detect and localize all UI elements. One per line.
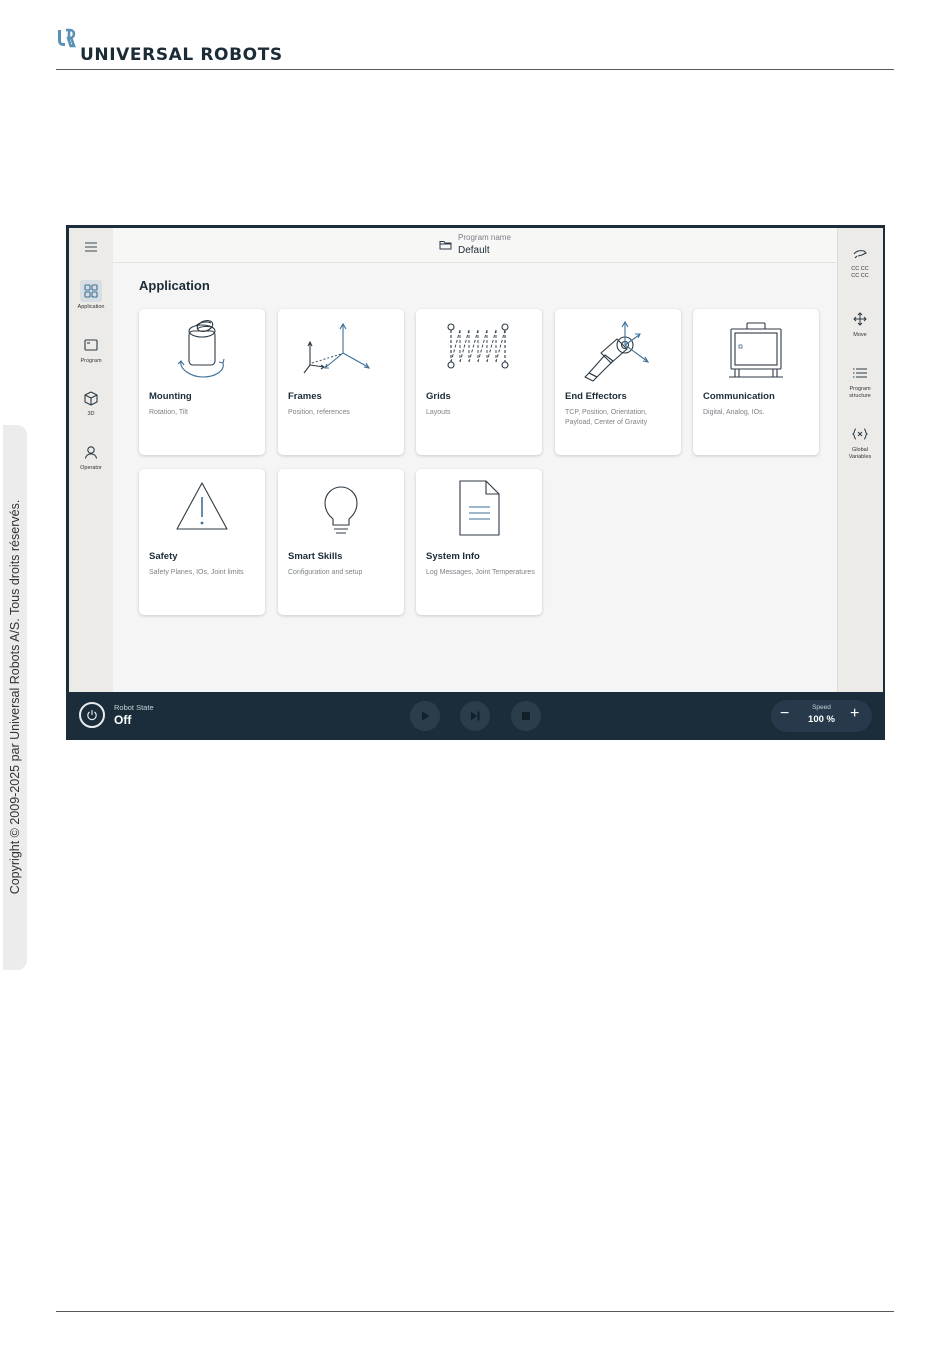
card-system-info[interactable]: System Info Log Messages, Joint Temperat… <box>416 469 542 615</box>
document-icon <box>459 480 500 536</box>
bottom-bar: Robot State Off − Speed 100 % + <box>66 692 885 740</box>
grids-icon <box>447 323 509 369</box>
main-content: Program name Default Application Mountin… <box>113 228 837 692</box>
step-forward-icon <box>471 711 480 721</box>
ur-logo-mark-icon <box>58 28 76 48</box>
right-nav-item-global-variables[interactable]: Global Variables <box>838 423 882 461</box>
brand-name: UNIVERSAL ROBOTS <box>80 45 283 65</box>
power-button[interactable] <box>79 702 105 728</box>
section-title: Application <box>139 278 210 293</box>
universal-robots-logo: UNIVERSAL ROBOTS <box>56 28 282 68</box>
robot-state-value: Off <box>114 713 132 727</box>
variable-braces-icon <box>849 423 871 445</box>
card-description: Digital, Analog, IOs. <box>703 409 765 416</box>
hand-guide-icon <box>849 242 871 264</box>
nav-label-program: Program <box>80 358 102 364</box>
card-description: Layouts <box>426 409 451 416</box>
end-effector-icon <box>584 320 650 382</box>
copyright-text: Copyright © 2009-2025 par Universal Robo… <box>8 499 22 895</box>
program-topbar[interactable]: Program name Default <box>113 228 837 263</box>
program-name-label: Program name <box>458 233 511 242</box>
robot-state-label: Robot State <box>114 703 154 712</box>
right-nav-label: Global Variables <box>848 447 872 460</box>
lightbulb-icon <box>324 486 358 534</box>
card-title: Frames <box>288 391 322 402</box>
right-nav-label: Program structure <box>849 386 871 399</box>
card-title: Grids <box>426 391 451 402</box>
card-description: Safety Planes, IOs, Joint limits <box>149 569 244 576</box>
right-nav-label: CC CC CC CC <box>851 266 869 279</box>
nav-item-program[interactable]: Program <box>69 334 113 365</box>
card-title: System Info <box>426 551 480 562</box>
list-icon <box>849 362 871 384</box>
power-icon <box>87 710 97 721</box>
polyscope-screen: Application Program 3D Operator Program … <box>66 225 885 740</box>
card-smart-skills[interactable]: Smart Skills Configuration and setup <box>278 469 404 615</box>
play-icon <box>422 711 430 721</box>
card-frames[interactable]: Frames Position, references <box>278 309 404 455</box>
cube-icon <box>80 387 102 409</box>
card-title: End Effectors <box>565 391 627 402</box>
stop-icon <box>522 712 530 720</box>
card-title: Safety <box>149 551 178 562</box>
right-nav-item-move[interactable]: Move <box>838 308 882 339</box>
nav-item-3d[interactable]: 3D <box>69 387 113 418</box>
card-title: Mounting <box>149 391 192 402</box>
communication-box-icon <box>729 322 783 378</box>
header-rule <box>56 69 894 70</box>
nav-item-operator[interactable]: Operator <box>69 441 113 472</box>
card-description: Position, references <box>288 409 350 416</box>
move-arrows-icon <box>849 308 871 330</box>
mounting-icon <box>177 320 225 378</box>
card-mounting[interactable]: Mounting Rotation, Tilt <box>139 309 265 455</box>
screen-inner: Application Program 3D Operator Program … <box>69 228 883 692</box>
grid-icon <box>80 280 102 302</box>
user-icon <box>80 441 102 463</box>
hamburger-menu-icon <box>80 236 102 258</box>
nav-label-application: Application <box>77 304 105 310</box>
card-end-effectors[interactable]: End Effectors TCP, Position, Orientation… <box>555 309 681 455</box>
speed-increase-button[interactable]: + <box>850 705 859 723</box>
program-name-value: Default <box>458 245 490 256</box>
card-title: Smart Skills <box>288 551 343 562</box>
speed-control: − Speed 100 % + <box>771 700 872 732</box>
card-description: TCP, Position, Orientation, Payload, Cen… <box>565 409 648 426</box>
card-title: Communication <box>703 391 775 402</box>
right-nav-item-hand-guide[interactable]: CC CC CC CC <box>838 242 882 280</box>
card-description: Configuration and setup <box>288 569 363 576</box>
stop-button[interactable] <box>511 701 541 731</box>
right-nav: CC CC CC CC Move Program structure Globa… <box>837 228 883 692</box>
card-safety[interactable]: Safety Safety Planes, IOs, Joint limits <box>139 469 265 615</box>
nav-label-3d: 3D <box>87 411 95 417</box>
folder-icon <box>439 241 452 250</box>
footer-rule <box>56 1311 894 1312</box>
card-description: Rotation, Tilt <box>149 409 188 416</box>
nav-label-operator: Operator <box>80 465 102 471</box>
nav-item-application[interactable]: Application <box>69 280 113 311</box>
right-nav-item-program-structure[interactable]: Program structure <box>838 362 882 400</box>
right-nav-label: Move <box>853 332 867 338</box>
play-button[interactable] <box>410 701 440 731</box>
warning-triangle-icon <box>176 482 228 530</box>
card-communication[interactable]: Communication Digital, Analog, IOs. <box>693 309 819 455</box>
left-nav: Application Program 3D Operator <box>69 228 113 692</box>
frames-icon <box>303 322 371 374</box>
card-description: Log Messages, Joint Temperatures <box>426 569 535 576</box>
step-button[interactable] <box>460 701 490 731</box>
program-window-icon <box>80 334 102 356</box>
card-grids[interactable]: Grids Layouts <box>416 309 542 455</box>
menu-button[interactable] <box>69 236 113 258</box>
